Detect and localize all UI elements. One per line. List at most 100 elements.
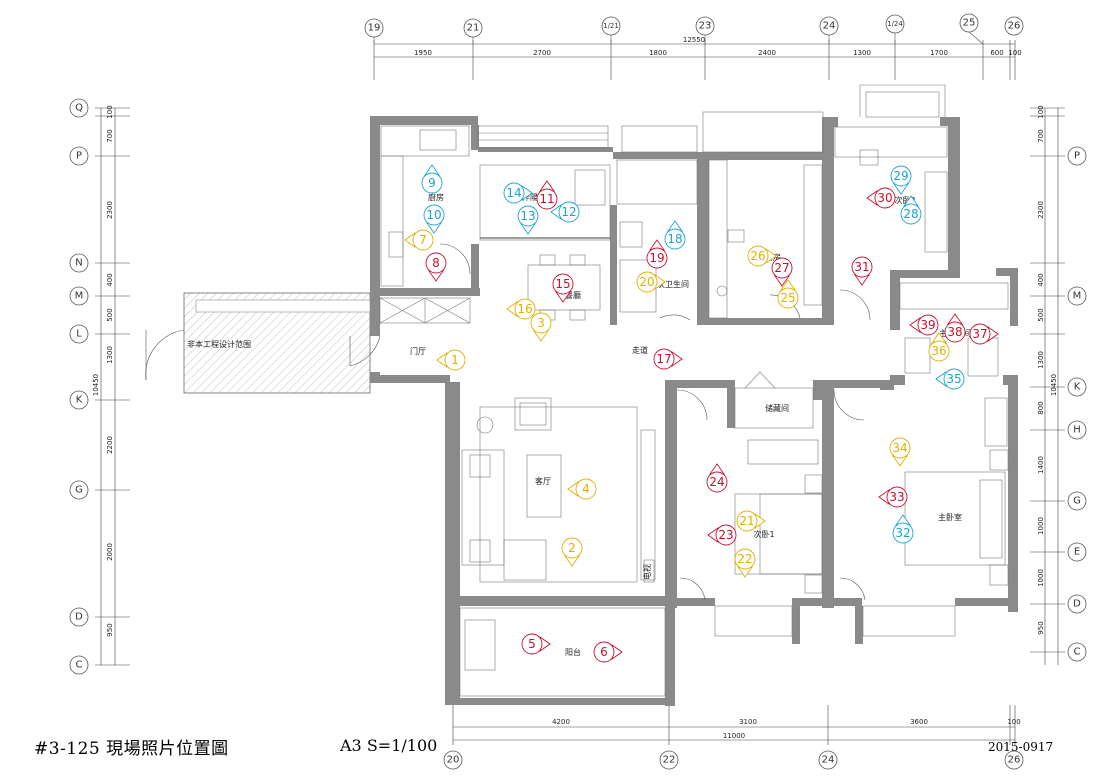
room-corridor: 走道	[632, 345, 648, 355]
photo-marker-24: 24	[706, 463, 728, 493]
grid-k-right: K	[1074, 382, 1081, 393]
room-tv: 电视	[642, 564, 652, 580]
dim-top-total: 12550	[683, 36, 705, 44]
photo-marker-8: 8	[425, 252, 447, 282]
marker-number-33: 33	[889, 490, 904, 504]
grid-k-left: K	[76, 395, 83, 406]
grid-26: 26	[1008, 21, 1021, 32]
dim-bottom-2: 3100	[739, 718, 757, 726]
photo-marker-34: 34	[889, 437, 911, 467]
marker-number-17: 17	[656, 352, 671, 366]
dim-top-7: 600	[990, 49, 1003, 57]
marker-number-35: 35	[946, 372, 961, 386]
marker-number-39: 39	[920, 318, 935, 332]
marker-number-21: 21	[739, 514, 754, 528]
grid-21: 21	[467, 23, 480, 34]
marker-number-25: 25	[780, 291, 795, 305]
dimension-labels-bottom: 4200 3100 3600 100 11000	[552, 718, 1021, 740]
grid-26-bottom: 26	[1008, 755, 1021, 766]
grid-p-right: P	[1074, 151, 1080, 162]
room-labels: 廚房 工作陽台 餐廳 書房 次卧2 次卫生间 门厅 走道 客厅 储藏间 次卧1 …	[410, 192, 971, 657]
grid-19: 19	[368, 23, 381, 34]
grid-bubbles-right: P M K H G E D C	[1067, 146, 1087, 662]
marker-number-29: 29	[893, 169, 908, 183]
walls	[370, 116, 1018, 706]
dim-bottom-3: 3600	[910, 718, 928, 726]
dim-top-4: 2400	[758, 49, 776, 57]
room-master: 主卧室	[938, 512, 962, 522]
marker-number-23: 23	[718, 528, 733, 542]
dimension-labels-right: 100 700 2300 400 500 1300 800 1400 1000 …	[1037, 105, 1058, 634]
dimension-labels-top: 12550 1950 2700 1800 2400 1300 1700 600 …	[414, 36, 1022, 57]
grid-d-left: D	[75, 612, 83, 623]
dim-right-4: 400	[1037, 273, 1045, 286]
photo-marker-37: 37	[969, 323, 999, 345]
dim-top-1: 1950	[414, 49, 432, 57]
marker-number-3: 3	[537, 316, 545, 330]
grid-20: 20	[447, 755, 460, 766]
marker-number-13: 13	[520, 209, 535, 223]
drawing-date: 2015-0917	[988, 740, 1054, 754]
marker-number-8: 8	[432, 256, 440, 270]
grid-m-left: M	[75, 291, 84, 302]
grid-1-21: 1/21	[603, 22, 619, 30]
photo-marker-13: 13	[517, 205, 539, 235]
dim-right-7: 800	[1037, 401, 1045, 414]
dim-right-3: 2300	[1037, 201, 1045, 219]
photo-marker-17: 17	[653, 348, 683, 370]
marker-number-16: 16	[517, 302, 532, 316]
photo-marker-16: 16	[506, 298, 536, 320]
outside-area: 非本工程设计范围	[145, 292, 371, 394]
dim-bottom-1: 4200	[552, 718, 570, 726]
grid-25: 25	[963, 18, 976, 29]
marker-number-27: 27	[774, 261, 789, 275]
marker-number-24: 24	[709, 475, 724, 489]
room-living: 客厅	[535, 476, 551, 486]
drawing-title: #3-125 現場照片位置圖	[34, 739, 229, 759]
grid-c-left: C	[76, 660, 83, 671]
photo-marker-35: 35	[935, 368, 965, 390]
grid-g-right: G	[1073, 496, 1081, 507]
dim-left-5: 500	[106, 308, 114, 321]
dim-left-3: 2300	[106, 201, 114, 219]
marker-number-34: 34	[892, 441, 907, 455]
photo-marker-20: 20	[636, 271, 666, 293]
marker-number-12: 12	[561, 205, 576, 219]
marker-number-14: 14	[506, 186, 521, 200]
marker-number-2: 2	[568, 541, 576, 555]
room-bedroom1: 次卧1	[753, 529, 774, 539]
dim-left-8: 2000	[106, 543, 114, 561]
marker-number-11: 11	[539, 192, 554, 206]
marker-number-30: 30	[877, 191, 892, 205]
dim-top-5: 1300	[853, 49, 871, 57]
photo-marker-38: 38	[944, 313, 966, 343]
marker-number-32: 32	[895, 526, 910, 540]
marker-number-31: 31	[854, 260, 869, 274]
photo-marker-2: 2	[561, 537, 583, 567]
photo-marker-4: 4	[567, 478, 597, 500]
grid-24: 24	[823, 21, 836, 32]
photo-marker-29: 29	[890, 165, 912, 195]
photo-marker-10: 10	[423, 204, 445, 234]
grid-1-24: 1/24	[887, 20, 903, 28]
photo-marker-31: 31	[851, 256, 873, 286]
marker-number-6: 6	[600, 645, 608, 659]
marker-number-7: 7	[419, 233, 427, 247]
dim-right-5: 500	[1037, 308, 1045, 321]
photo-marker-5: 5	[521, 633, 551, 655]
dim-left-1: 100	[106, 105, 114, 118]
dimension-labels-left: 100 700 2300 400 500 1300 2200 2000 950 …	[92, 105, 114, 636]
dim-right-total: 10450	[1050, 374, 1058, 396]
grid-23: 23	[699, 21, 712, 32]
dim-left-9: 950	[106, 623, 114, 636]
photo-marker-11: 11	[536, 180, 558, 210]
photo-marker-39: 39	[909, 314, 939, 336]
grid-m-right: M	[1073, 291, 1082, 302]
dim-top-8: 100	[1008, 49, 1021, 57]
grid-e-right: E	[1074, 547, 1080, 558]
grid-p-left: P	[76, 151, 82, 162]
dim-right-10: 1000	[1037, 569, 1045, 587]
room-balcony: 阳台	[565, 647, 581, 657]
dim-top-3: 1800	[649, 49, 667, 57]
grid-g-left: G	[75, 485, 83, 496]
